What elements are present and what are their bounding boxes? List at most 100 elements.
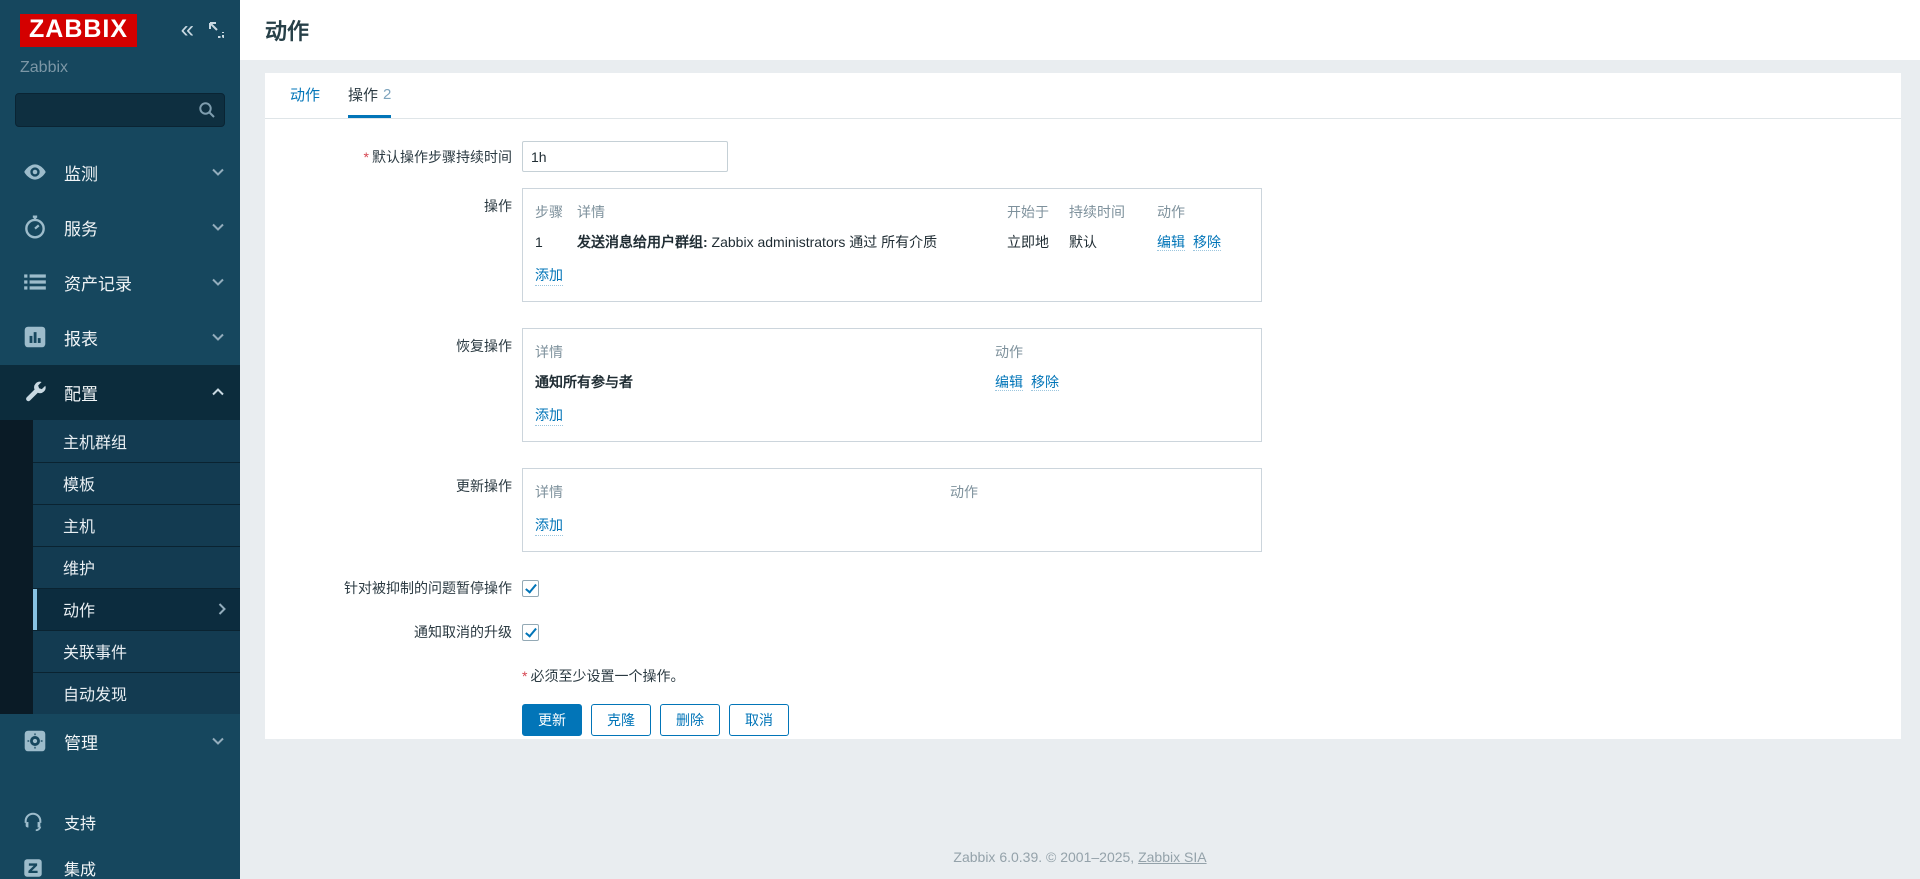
clone-button[interactable]: 克隆 [591, 704, 651, 736]
sidebar-item-label: 集成 [64, 856, 224, 879]
page-title: 动作 [265, 14, 309, 46]
tab-bar: 动作 操作 2 [265, 73, 1901, 119]
edit-link[interactable]: 编辑 [1157, 234, 1185, 251]
sidebar-footer-menu: 支持 集成 [0, 799, 240, 879]
operations-table-header: 步骤 详情 开始于 持续时间 动作 [535, 197, 1249, 227]
default-duration-row: *默认操作步骤持续时间 [290, 141, 1876, 172]
remove-link[interactable]: 移除 [1193, 234, 1221, 251]
sidebar-item-label: 管理 [64, 729, 212, 754]
zabbix-sia-link[interactable]: Zabbix SIA [1138, 849, 1206, 865]
operations-row: 操作 步骤 详情 开始于 持续时间 动作 1 发送消息给用户群组: Zabbix… [290, 188, 1876, 302]
recovery-table-header: 详情 动作 [535, 337, 1249, 367]
update-operations-table: 详情 动作 添加 [522, 468, 1262, 552]
delete-button[interactable]: 删除 [660, 704, 720, 736]
chevron-down-icon [212, 168, 224, 176]
search-icon[interactable] [198, 101, 216, 119]
tab-action[interactable]: 动作 [290, 73, 320, 118]
recovery-operation-actions: 编辑移除 [995, 372, 1249, 392]
collapse-sidebar-icon[interactable]: « [181, 18, 194, 42]
gear-icon [22, 728, 48, 754]
edit-link[interactable]: 编辑 [995, 374, 1023, 391]
sidebar-item-inventory[interactable]: 资产记录 [0, 255, 240, 310]
sidebar-item-label: 配置 [64, 380, 212, 405]
sidebar-item-support[interactable]: 支持 [0, 799, 240, 845]
submenu-item-label: 动作 [63, 597, 218, 621]
submenu-item-discovery[interactable]: 自动发现 [33, 672, 240, 714]
required-note: *必须至少设置一个操作。 [522, 666, 684, 686]
remove-link[interactable]: 移除 [1031, 374, 1059, 391]
default-duration-input[interactable] [522, 141, 728, 172]
recovery-operations-label: 恢复操作 [290, 328, 522, 356]
update-add-row: 添加 [535, 507, 1249, 541]
button-row: 更新 克隆 删除 取消 [290, 704, 1876, 736]
wrench-icon [22, 379, 48, 405]
submenu-item-event-correlation[interactable]: 关联事件 [33, 630, 240, 672]
stopwatch-icon [22, 214, 48, 240]
required-asterisk: * [522, 668, 527, 684]
sidebar: ZABBIX « Zabbix 监测 服务 [0, 0, 240, 879]
col-details: 详情 [535, 482, 950, 502]
sidebar-item-label: 报表 [64, 325, 212, 350]
submenu-item-templates[interactable]: 模板 [33, 462, 240, 504]
update-operations-row: 更新操作 详情 动作 添加 [290, 468, 1876, 552]
z-icon [22, 857, 44, 879]
pause-suppressed-label: 针对被抑制的问题暂停操作 [290, 578, 522, 598]
notify-canceled-checkbox[interactable] [522, 624, 539, 641]
headset-icon [22, 811, 44, 833]
submenu-item-label: 主机群组 [63, 429, 226, 453]
pause-suppressed-row: 针对被抑制的问题暂停操作 [290, 578, 1876, 598]
sidebar-item-label: 监测 [64, 160, 212, 185]
expand-sidebar-icon[interactable] [208, 21, 226, 39]
submenu-item-actions[interactable]: 动作 [33, 588, 240, 630]
sidebar-item-label: 支持 [64, 810, 224, 834]
update-operations-label: 更新操作 [290, 468, 522, 496]
notify-canceled-label: 通知取消的升级 [290, 622, 522, 642]
page-header: 动作 [240, 0, 1920, 60]
brand-name: Zabbix [0, 53, 240, 79]
action-edit-card: 动作 操作 2 *默认操作步骤持续时间 操作 步骤 [265, 73, 1901, 739]
recovery-operation-details: 通知所有参与者 [535, 372, 995, 392]
submenu-item-maintenance[interactable]: 维护 [33, 546, 240, 588]
chevron-up-icon [212, 388, 224, 396]
required-asterisk: * [364, 149, 369, 165]
add-operation-link[interactable]: 添加 [535, 265, 563, 286]
sidebar-item-configuration[interactable]: 配置 [0, 365, 240, 420]
operation-actions: 编辑移除 [1157, 232, 1249, 252]
update-table-header: 详情 动作 [535, 477, 1249, 507]
default-duration-label: *默认操作步骤持续时间 [290, 147, 522, 167]
pause-suppressed-checkbox[interactable] [522, 580, 539, 597]
operation-step: 1 [535, 234, 577, 250]
tab-label: 动作 [290, 84, 320, 105]
operation-details: 发送消息给用户群组: Zabbix administrators 通过 所有介质 [577, 232, 1007, 252]
main-content: 动作 动作 操作 2 *默认操作步骤持续时间 操作 [240, 0, 1920, 879]
col-details: 详情 [577, 202, 1007, 222]
operation-start-in: 立即地 [1007, 232, 1069, 252]
chevron-down-icon [212, 333, 224, 341]
col-step: 步骤 [535, 202, 577, 222]
sidebar-item-label: 服务 [64, 215, 212, 240]
sidebar-item-integrations[interactable]: 集成 [0, 845, 240, 879]
search-input[interactable] [15, 93, 225, 127]
recovery-operations-table: 详情 动作 通知所有参与者 编辑移除 添加 [522, 328, 1262, 442]
add-update-operation-link[interactable]: 添加 [535, 515, 563, 536]
tab-operations[interactable]: 操作 2 [348, 73, 391, 118]
note-row: *必须至少设置一个操作。 [290, 666, 1876, 686]
submenu-item-hosts[interactable]: 主机 [33, 504, 240, 546]
sidebar-item-administration[interactable]: 管理 [0, 714, 240, 769]
submenu-item-host-groups[interactable]: 主机群组 [33, 420, 240, 462]
operation-target: Zabbix administrators 通过 所有介质 [708, 234, 938, 250]
col-duration: 持续时间 [1069, 202, 1157, 222]
update-button[interactable]: 更新 [522, 704, 582, 736]
zabbix-logo[interactable]: ZABBIX [20, 14, 137, 47]
operation-table-row: 1 发送消息给用户群组: Zabbix administrators 通过 所有… [535, 227, 1249, 257]
list-icon [22, 269, 48, 295]
operations-form: *默认操作步骤持续时间 操作 步骤 详情 开始于 持续时间 动作 1 [265, 119, 1901, 774]
sidebar-item-monitoring[interactable]: 监测 [0, 145, 240, 200]
sidebar-item-reports[interactable]: 报表 [0, 310, 240, 365]
chevron-down-icon [212, 223, 224, 231]
notify-canceled-row: 通知取消的升级 [290, 622, 1876, 642]
configuration-submenu: 主机群组 模板 主机 维护 动作 关联事件 自动发现 [0, 420, 240, 714]
add-recovery-operation-link[interactable]: 添加 [535, 405, 563, 426]
cancel-button[interactable]: 取消 [729, 704, 789, 736]
sidebar-item-services[interactable]: 服务 [0, 200, 240, 255]
